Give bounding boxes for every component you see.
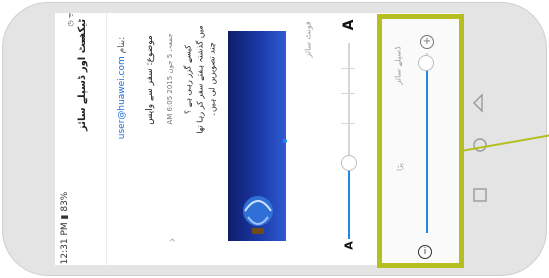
email-subject: موضوع: سفر سے واپس xyxy=(145,35,155,125)
nav-icons xyxy=(473,93,487,202)
font-size-thumb[interactable] xyxy=(341,155,357,171)
status-icons: ◷ ᯤ ▲ xyxy=(66,13,75,27)
status-time: 12:31 PM ▮ 83% xyxy=(60,191,70,265)
highlight-box xyxy=(377,14,464,268)
font-size-tick xyxy=(341,93,355,94)
font-size-tick xyxy=(341,68,355,69)
status-and-header: 12:31 PM ▮ 83% ٹیکسٹ اور ڈسپلے سائز → ◷ … xyxy=(55,13,107,265)
email-preview: user@huawei.com بنام: موضوع: سفر سے واپس… xyxy=(107,13,228,265)
small-a-icon: A xyxy=(342,241,356,250)
recent-apps-icon[interactable] xyxy=(473,188,487,202)
email-date: AM 6:05 2015 جمعہ، 5 جون xyxy=(166,33,174,125)
email-body-line-3: چند تصویریں لی ہیں۔ xyxy=(207,42,217,117)
balloon-photo xyxy=(243,196,273,234)
navigation-bar xyxy=(461,13,505,265)
large-a-icon: A xyxy=(341,19,357,31)
font-size-section: فونٹ سائز A A xyxy=(283,13,378,265)
email-photo xyxy=(228,31,286,241)
email-to: user@huawei.com بنام: xyxy=(117,36,127,140)
back-nav-icon[interactable] xyxy=(473,93,483,113)
page-indicator xyxy=(283,139,287,143)
font-size-tick xyxy=(341,123,355,124)
chevron-left-icon: › xyxy=(165,237,179,243)
font-size-track-fill xyxy=(348,163,350,239)
back-arrow-icon[interactable]: → xyxy=(76,29,91,49)
email-body-line-1: کیسے گزر رہی ہے ؟ xyxy=(183,44,193,115)
font-size-label: فونٹ سائز xyxy=(303,21,313,58)
email-body-line-2: میں گذشتہ ہفتے سفر کر رہا تھا xyxy=(195,25,205,134)
